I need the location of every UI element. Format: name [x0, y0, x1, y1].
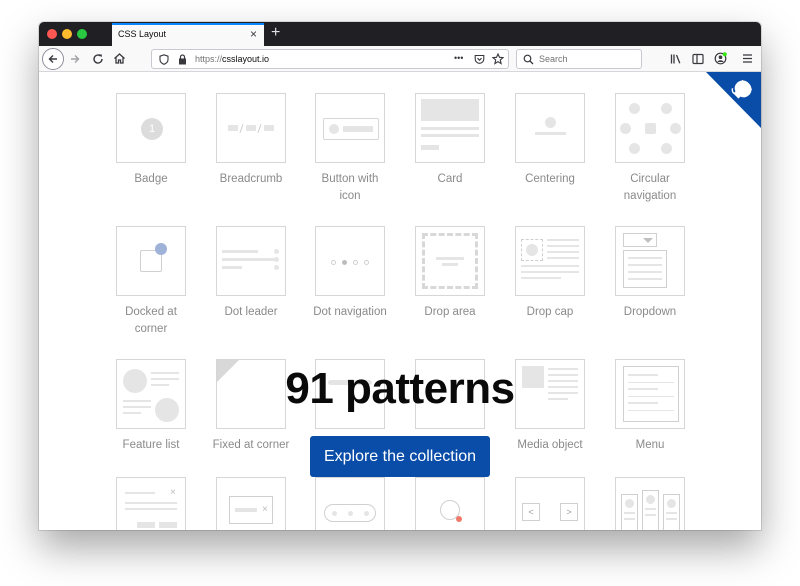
forward-arrow-icon[interactable] — [69, 53, 81, 65]
pattern-label-line: Card — [437, 173, 463, 185]
badge-preview-circle: 1 — [141, 118, 163, 140]
tab-title: CSS Layout — [118, 29, 167, 39]
pattern-label-breadcrumb[interactable]: Breadcrumb — [196, 171, 306, 188]
pattern-label-docked-at-corner[interactable]: Docked at corner — [96, 304, 206, 338]
sidebar-icon[interactable] — [692, 53, 704, 65]
url-text[interactable]: https://csslayout.io — [195, 54, 269, 64]
bookmark-star-icon[interactable] — [492, 53, 504, 65]
reload-icon[interactable] — [92, 53, 104, 65]
pattern-label-dropdown[interactable]: Dropdown — [595, 304, 705, 321]
shield-icon[interactable] — [159, 54, 169, 65]
pattern-label-line: Docked at — [125, 306, 177, 318]
url-scheme: https:// — [195, 54, 223, 64]
pattern-label-line: Drop area — [424, 306, 476, 318]
window-maximize-button[interactable] — [77, 29, 87, 39]
pattern-tile-presence-indicator[interactable] — [415, 477, 485, 530]
pattern-tile-notification[interactable]: × — [216, 477, 286, 530]
pattern-label-line: Menu — [635, 439, 665, 451]
pattern-tile-previous-next[interactable]: < > — [515, 477, 585, 530]
pattern-tile-dot-navigation[interactable] — [315, 226, 385, 296]
navigation-bar: https://csslayout.io ••• Search — [39, 46, 761, 72]
back-arrow-icon — [48, 55, 57, 63]
title-bar: CSS Layout × + — [39, 22, 761, 46]
back-button[interactable] — [42, 48, 64, 70]
window-close-button[interactable] — [47, 29, 57, 39]
library-icon[interactable] — [670, 53, 682, 65]
pattern-tile-docked-at-corner[interactable] — [116, 226, 186, 296]
pattern-label-line: icon — [339, 190, 361, 202]
pattern-label-line: Dropdown — [623, 306, 677, 318]
pattern-tile-button-with-icon[interactable] — [315, 93, 385, 163]
github-corner-link[interactable] — [706, 72, 761, 128]
pattern-label-card[interactable]: Card — [395, 171, 505, 188]
account-icon[interactable] — [714, 52, 727, 65]
hero-title: 91 patterns — [285, 364, 515, 413]
window-minimize-button[interactable] — [62, 29, 72, 39]
pattern-label-line: Feature list — [122, 439, 180, 451]
pattern-label-line: Button with — [321, 173, 379, 185]
pattern-tile-pricing-table[interactable] — [615, 477, 685, 530]
pattern-label-line: Breadcrumb — [219, 173, 283, 185]
pattern-tile-card[interactable] — [415, 93, 485, 163]
explore-collection-button[interactable]: Explore the collection — [310, 436, 490, 477]
url-host: csslayout.io — [222, 54, 270, 64]
pattern-tile-breadcrumb[interactable] — [216, 93, 286, 163]
pattern-label-line: Centering — [525, 173, 575, 185]
pattern-label-centering[interactable]: Centering — [495, 171, 605, 188]
pattern-tile-drop-cap[interactable] — [515, 226, 585, 296]
browser-tab[interactable]: CSS Layout × — [112, 23, 264, 46]
pattern-label-fixed-at-corner[interactable]: Fixed at corner — [196, 437, 306, 454]
pattern-tile-pagination[interactable] — [315, 477, 385, 530]
new-tab-button[interactable]: + — [271, 24, 280, 42]
pattern-tile-circular-navigation[interactable] — [615, 93, 685, 163]
pattern-label-dot-leader[interactable]: Dot leader — [196, 304, 306, 321]
pattern-label-dot-navigation[interactable]: Dot navigation — [295, 304, 405, 321]
pattern-label-line: Dot navigation — [313, 306, 387, 318]
pattern-tile-drop-area[interactable] — [415, 226, 485, 296]
pattern-tile-modal[interactable]: × — [116, 477, 186, 530]
pattern-label-line: Media object — [517, 439, 583, 451]
pattern-label-badge[interactable]: Badge — [96, 171, 206, 188]
home-icon[interactable] — [113, 52, 126, 65]
pattern-label-drop-area[interactable]: Drop area — [395, 304, 505, 321]
pattern-label-line: Drop cap — [526, 306, 574, 318]
pattern-tile-dot-leader[interactable] — [216, 226, 286, 296]
search-icon — [523, 54, 534, 65]
pattern-label-line: Fixed at corner — [212, 439, 290, 451]
pattern-label-drop-cap[interactable]: Drop cap — [495, 304, 605, 321]
pattern-label-line: Circular — [630, 173, 670, 185]
pattern-tile-badge[interactable]: 1 — [116, 93, 186, 163]
page-actions-button[interactable]: ••• — [454, 53, 463, 63]
pattern-label-feature-list[interactable]: Feature list — [96, 437, 206, 454]
tab-close-icon[interactable]: × — [250, 28, 257, 40]
pattern-label-line: navigation — [623, 190, 677, 202]
pattern-label-circular-navigation[interactable]: Circular navigation — [595, 171, 705, 205]
pattern-label-line: Dot leader — [224, 306, 278, 318]
hamburger-menu-icon[interactable] — [742, 53, 753, 64]
pocket-icon[interactable] — [474, 54, 485, 65]
pattern-label-menu[interactable]: Menu — [595, 437, 705, 454]
pattern-label-line: Badge — [134, 173, 168, 185]
lock-icon[interactable] — [178, 54, 187, 65]
pattern-label-button-with-icon[interactable]: Button with icon — [295, 171, 405, 205]
search-placeholder: Search — [539, 54, 568, 64]
browser-window: CSS Layout × + https://csslayout.io ••• … — [39, 22, 761, 530]
pattern-label-media-object[interactable]: Media object — [495, 437, 605, 454]
address-bar[interactable]: https://csslayout.io ••• — [151, 49, 509, 69]
pattern-tile-dropdown[interactable] — [615, 226, 685, 296]
pattern-label-line: corner — [134, 323, 168, 335]
page-content: 1 Badge Breadcrumb Button with icon Card — [39, 72, 761, 530]
search-bar[interactable]: Search — [516, 49, 642, 69]
pattern-tile-centering[interactable] — [515, 93, 585, 163]
